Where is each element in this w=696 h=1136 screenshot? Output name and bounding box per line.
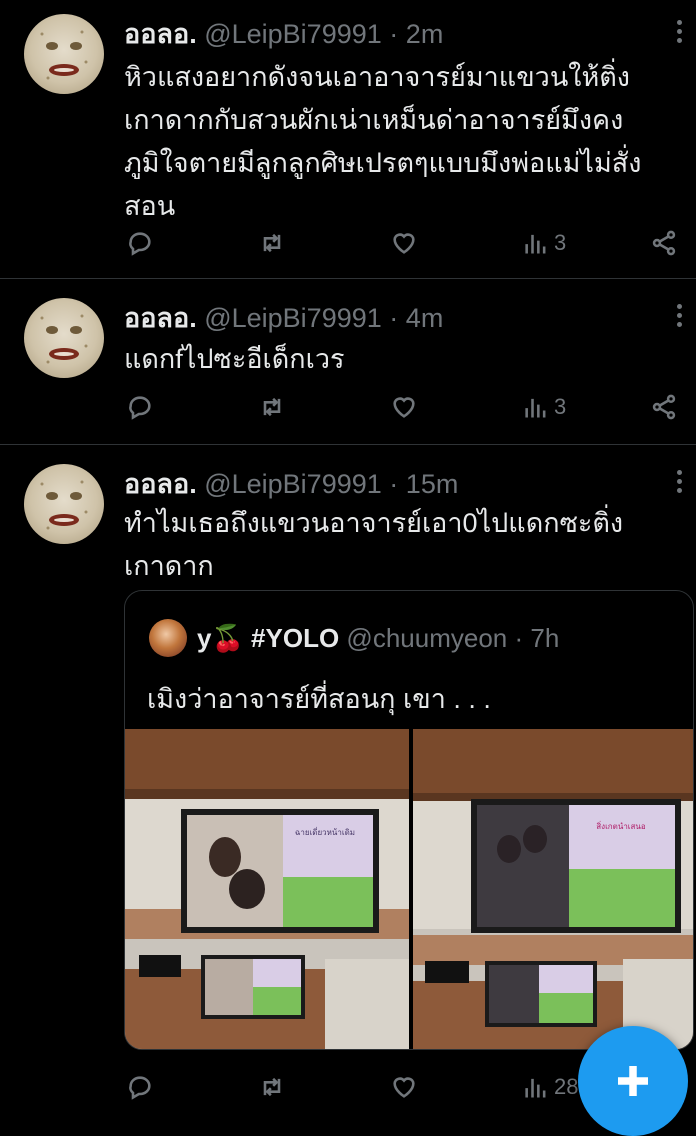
tweet[interactable]: ออลอ. @LeipBi79991 · 4m แดกfไปซะอีเด็กเว… (0, 278, 696, 445)
display-name[interactable]: ออลอ. (124, 469, 197, 499)
views-icon (525, 1078, 546, 1098)
views-count: 3 (554, 230, 567, 255)
quoted-user-handle[interactable]: @chuumyeon (346, 623, 507, 654)
user-handle[interactable]: @LeipBi79991 (204, 19, 382, 49)
avatar[interactable] (24, 464, 104, 544)
like-button[interactable] (390, 1070, 418, 1104)
quoted-avatar[interactable] (149, 619, 187, 657)
tweet-text-line: แดกfไปซะอีเด็กเวร (124, 344, 345, 374)
compose-button[interactable] (578, 1026, 688, 1136)
quoted-photo[interactable]: สิ่งเกตนำเสนอ (413, 729, 693, 1049)
tweet-text-line: ภูมิใจตายมีลูกลูกศิษเปรตๆแบบมึงพ่อแม่ไม่… (124, 148, 642, 178)
separator-dot: · (389, 19, 399, 49)
reply-button[interactable] (126, 390, 154, 424)
tweet-text-line: สอน (124, 191, 176, 221)
share-icon (652, 394, 676, 420)
plus-icon (618, 1066, 648, 1096)
like-button[interactable] (390, 226, 418, 260)
quoted-timestamp[interactable]: 7h (530, 623, 559, 654)
reply-icon (129, 396, 151, 420)
reply-icon (129, 232, 151, 256)
timestamp[interactable]: 4m (406, 303, 444, 333)
retweet-icon (263, 233, 281, 253)
share-button[interactable] (650, 226, 678, 260)
user-handle[interactable]: @LeipBi79991 (204, 469, 382, 499)
views-button[interactable]: 28 (522, 1070, 578, 1104)
more-icon[interactable] (672, 20, 686, 44)
retweet-icon (263, 1077, 281, 1097)
avatar[interactable] (24, 298, 104, 378)
retweet-button[interactable] (258, 226, 286, 260)
views-button[interactable]: 3 (522, 226, 566, 260)
quoted-tweet-header: y🍒 #YOLO @chuumyeon · 7h (149, 619, 559, 657)
user-handle[interactable]: @LeipBi79991 (204, 303, 382, 333)
share-button[interactable] (650, 390, 678, 424)
timestamp[interactable]: 2m (406, 19, 444, 49)
timestamp[interactable]: 15m (406, 469, 459, 499)
separator-dot: · (514, 622, 524, 653)
views-button[interactable]: 3 (522, 390, 566, 424)
retweet-button[interactable] (258, 1070, 286, 1104)
views-count: 28 (554, 1074, 579, 1099)
tweet-text-line: เกาดาก (124, 551, 214, 581)
tweet-header: ออลอ. @LeipBi79991 · 4m (124, 296, 443, 339)
reply-button[interactable] (126, 226, 154, 260)
tweet-text: แดกfไปซะอีเด็กเวร (124, 338, 682, 381)
display-name[interactable]: ออลอ. (124, 303, 197, 333)
views-icon (525, 234, 546, 254)
quoted-display-name[interactable]: y🍒 #YOLO (197, 623, 339, 654)
views-icon (525, 398, 546, 418)
slide-title: ฉายเดี่ยวหน้าเดิม (295, 826, 355, 837)
more-icon[interactable] (672, 470, 686, 494)
share-icon (652, 230, 676, 256)
tweet-actions: 3 (124, 390, 684, 424)
tweet-header: ออลอ. @LeipBi79991 · 2m (124, 12, 443, 55)
more-icon[interactable] (672, 304, 686, 328)
tweet-text-line: ทำไมเธอถึงแขวนอาจารย์เอา0ไปแดกซะติ่ง (124, 508, 624, 538)
reply-icon (129, 1076, 151, 1100)
slide-title: สิ่งเกตนำเสนอ (596, 820, 646, 831)
quoted-photo[interactable]: ฉายเดี่ยวหน้าเดิม (125, 729, 409, 1049)
views-count: 3 (554, 394, 567, 419)
heart-icon (393, 233, 415, 254)
tweet-actions: 3 (124, 226, 684, 260)
heart-icon (393, 397, 415, 418)
retweet-icon (263, 397, 281, 417)
separator-dot: · (389, 469, 399, 499)
tweet-header: ออลอ. @LeipBi79991 · 15m (124, 462, 458, 505)
quoted-tweet[interactable]: y🍒 #YOLO @chuumyeon · 7h เมิงว่าอาจารย์ท… (124, 590, 694, 1050)
quoted-tweet-text: เมิงว่าอาจารย์ที่สอนกุ เขา . . . (147, 684, 491, 714)
like-button[interactable] (390, 390, 418, 424)
reply-button[interactable] (126, 1070, 154, 1104)
tweet-text-line: หิวแสงอยากดังจนเอาอาจารย์มาแขวนให้ติ่ง (124, 62, 630, 92)
retweet-button[interactable] (258, 390, 286, 424)
avatar[interactable] (24, 14, 104, 94)
tweet-text: ทำไมเธอถึงแขวนอาจารย์เอา0ไปแดกซะติ่ง เกา… (124, 502, 682, 588)
tweet-text: หิวแสงอยากดังจนเอาอาจารย์มาแขวนให้ติ่ง เ… (124, 56, 682, 228)
heart-icon (393, 1077, 415, 1098)
tweet-text-line: เกาดากกับสวนผักเน่าเหม็นด่าอาจารย์มึงคง (124, 105, 624, 135)
tweet[interactable]: ออลอ. @LeipBi79991 · 2m หิวแสงอยากดังจนเ… (0, 0, 696, 279)
separator-dot: · (389, 303, 399, 333)
display-name[interactable]: ออลอ. (124, 19, 197, 49)
